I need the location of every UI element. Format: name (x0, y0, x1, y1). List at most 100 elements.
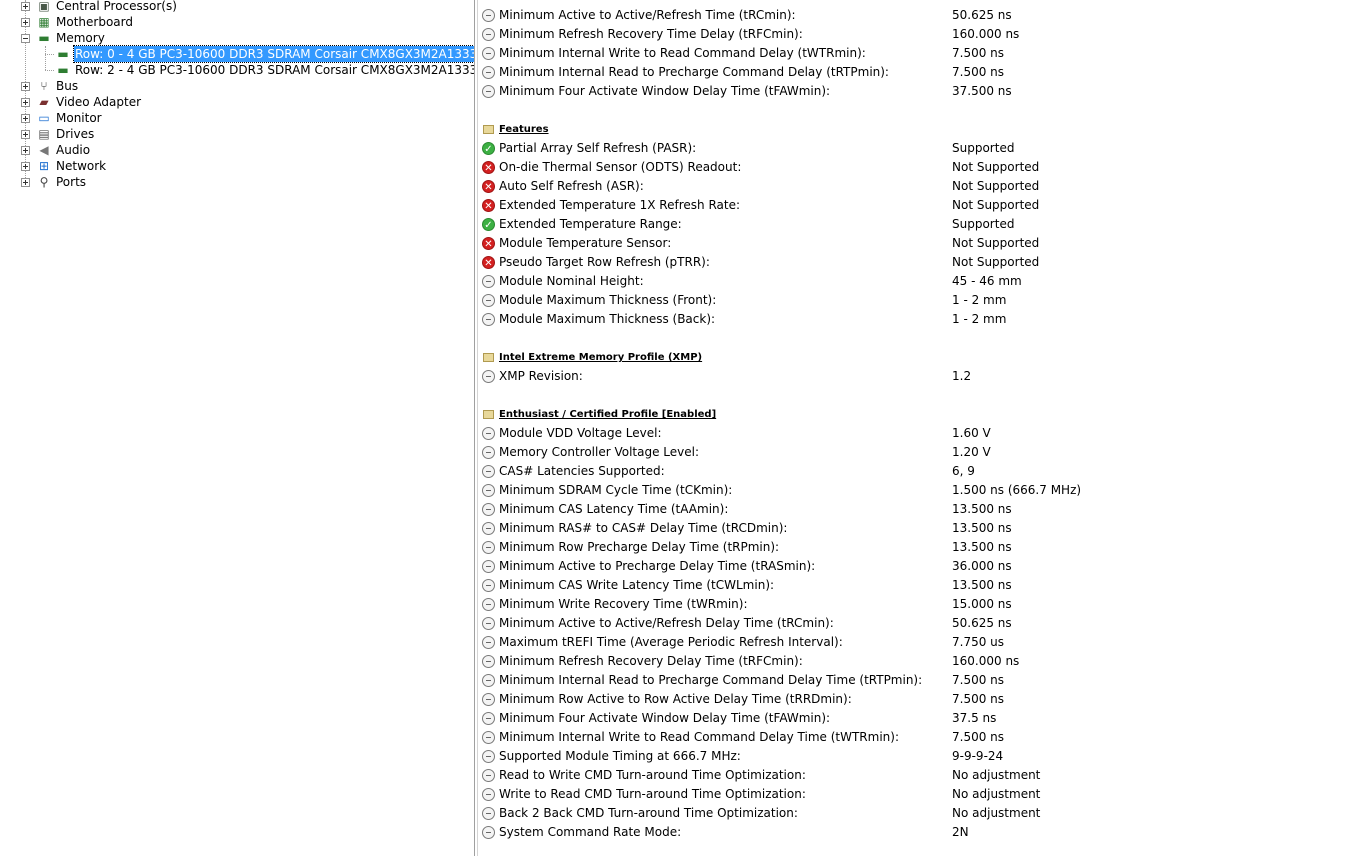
info-bullet-icon (482, 275, 495, 288)
section-icon (483, 353, 494, 362)
property-row[interactable]: Module Maximum Thickness (Front): 1 - 2 m… (478, 291, 1365, 310)
info-bullet-icon (482, 617, 495, 630)
property-value: 36.000 ns (952, 559, 1012, 573)
property-row[interactable]: Minimum Internal Read to Precharge Comma… (478, 671, 1365, 690)
property-name: XMP Revision: (499, 369, 583, 383)
tree-item-monitor[interactable]: ▭ Monitor (0, 110, 474, 126)
property-row[interactable]: System Command Rate Mode: 2N (478, 823, 1365, 842)
details-pane[interactable]: Minimum Active to Active/Refresh Time (t… (478, 0, 1365, 856)
tree-connector-line (45, 54, 54, 55)
property-row[interactable]: Minimum Four Activate Window Delay Time … (478, 709, 1365, 728)
device-tree-pane[interactable]: ▣ Central Processor(s) ▦ Motherboard ▬ Memory… (0, 0, 474, 856)
tree-item-bus[interactable]: ⑂ Bus (0, 78, 474, 94)
property-name: Minimum RAS# to CAS# Delay Time (tRCDmin… (499, 521, 788, 535)
section-title: Features (499, 124, 549, 135)
property-name: Module VDD Voltage Level: (499, 426, 662, 440)
tree-item-label: Audio (56, 143, 91, 157)
tree-item-label: Row: 0 - 4 GB PC3-10600 DDR3 SDRAM Corsa… (72, 45, 474, 63)
property-value: 45 - 46 mm (952, 274, 1022, 288)
property-name: CAS# Latencies Supported: (499, 464, 665, 478)
tree-item-label: Memory (56, 31, 105, 45)
property-name: Memory Controller Voltage Level: (499, 445, 700, 459)
property-row[interactable]: Minimum Internal Write to Read Command D… (478, 44, 1365, 63)
property-row[interactable]: Supported Module Timing at 666.7 MHz: 9-9… (478, 747, 1365, 766)
property-row[interactable]: Minimum Internal Write to Read Command D… (478, 728, 1365, 747)
expand-icon[interactable] (21, 162, 30, 171)
property-row[interactable]: Minimum Active to Active/Refresh Delay T… (478, 614, 1365, 633)
tree-item-central-processor-s[interactable]: ▣ Central Processor(s) (0, 0, 474, 14)
property-row[interactable]: ✕ Pseudo Target Row Refresh (pTRR): Not Su… (478, 253, 1365, 272)
property-value: 7.500 ns (952, 692, 1005, 706)
tree-item-memory[interactable]: ▬ Memory (0, 30, 474, 46)
property-row[interactable]: ✕ Auto Self Refresh (ASR): Not Supported (478, 177, 1365, 196)
property-row[interactable]: ✓ Partial Array Self Refresh (PASR): Suppo… (478, 139, 1365, 158)
tree-item-video-adapter[interactable]: ▰ Video Adapter (0, 94, 474, 110)
property-row[interactable]: Maximum tREFI Time (Average Periodic Ref… (478, 633, 1365, 652)
property-value: 1.2 (952, 369, 972, 383)
expand-icon[interactable] (21, 114, 30, 123)
tree-item-label: Central Processor(s) (56, 0, 177, 13)
property-name: Minimum Four Activate Window Delay Time … (499, 711, 831, 725)
collapse-icon[interactable] (21, 34, 30, 43)
property-row[interactable]: Minimum Refresh Recovery Time Delay (tRF… (478, 25, 1365, 44)
property-row[interactable]: Minimum Row Precharge Delay Time (tRPmin… (478, 538, 1365, 557)
property-row[interactable]: Minimum Write Recovery Time (tWRmin): 15.… (478, 595, 1365, 614)
property-row[interactable]: CAS# Latencies Supported: 6, 9 (478, 462, 1365, 481)
property-row[interactable]: Back 2 Back CMD Turn-around Time Optimiz… (478, 804, 1365, 823)
tree-item-label: Motherboard (56, 15, 133, 29)
property-row[interactable]: Minimum SDRAM Cycle Time (tCKmin): 1.500 … (478, 481, 1365, 500)
expand-icon[interactable] (21, 146, 30, 155)
property-row[interactable]: ✓ Extended Temperature Range: Supported (478, 215, 1365, 234)
expand-icon[interactable] (21, 130, 30, 139)
expand-icon[interactable] (21, 18, 30, 27)
property-value: 2N (952, 825, 969, 839)
property-row[interactable]: Minimum Internal Read to Precharge Comma… (478, 63, 1365, 82)
property-row[interactable]: Minimum Four Activate Window Delay Time … (478, 82, 1365, 101)
tree-item-audio[interactable]: ◀ Audio (0, 142, 474, 158)
property-value: 7.500 ns (952, 730, 1005, 744)
property-row[interactable]: Minimum RAS# to CAS# Delay Time (tRCDmin… (478, 519, 1365, 538)
property-value: 9-9-9-24 (952, 749, 1004, 763)
info-bullet-icon (482, 503, 495, 516)
tree-item-motherboard[interactable]: ▦ Motherboard (0, 14, 474, 30)
expand-icon[interactable] (21, 98, 30, 107)
property-row[interactable]: Write to Read CMD Turn-around Time Optim… (478, 785, 1365, 804)
expand-icon[interactable] (21, 82, 30, 91)
property-value: 1 - 2 mm (952, 312, 1007, 326)
property-value: No adjustment (952, 787, 1041, 801)
tree-item-drives[interactable]: ▤ Drives (0, 126, 474, 142)
error-icon: ✕ (482, 237, 495, 250)
error-icon: ✕ (482, 256, 495, 269)
tree-item-memory-row[interactable]: ▬ Row: 2 - 4 GB PC3-10600 DDR3 SDRAM Cors… (0, 62, 474, 78)
property-row[interactable]: Minimum Active to Active/Refresh Time (t… (478, 6, 1365, 25)
tree-item-memory-row[interactable]: ▬ Row: 0 - 4 GB PC3-10600 DDR3 SDRAM Cors… (0, 45, 474, 63)
property-row[interactable]: Minimum CAS Latency Time (tAAmin): 13.500… (478, 500, 1365, 519)
property-row[interactable]: Minimum CAS Write Latency Time (tCWLmin)… (478, 576, 1365, 595)
expand-icon[interactable] (21, 178, 30, 187)
property-name: Minimum Four Activate Window Delay Time … (499, 84, 831, 98)
tree-item-ports[interactable]: ⚲ Ports (0, 174, 474, 190)
property-row[interactable]: Memory Controller Voltage Level: 1.20 V (478, 443, 1365, 462)
property-row[interactable]: Minimum Refresh Recovery Delay Time (tRF… (478, 652, 1365, 671)
property-row[interactable]: Minimum Row Active to Row Active Delay T… (478, 690, 1365, 709)
property-name: System Command Rate Mode: (499, 825, 682, 839)
memory-module-icon: ▬ (57, 47, 69, 61)
property-row[interactable]: ✕ On-die Thermal Sensor (ODTS) Readout: No… (478, 158, 1365, 177)
section-header: Enthusiast / Certified Profile [Enabled] (478, 405, 1365, 424)
info-bullet-icon (482, 826, 495, 839)
property-row[interactable]: Module Maximum Thickness (Back): 1 - 2 mm (478, 310, 1365, 329)
property-row[interactable]: Minimum Active to Precharge Delay Time (… (478, 557, 1365, 576)
property-value: 1.500 ns (666.7 MHz) (952, 483, 1082, 497)
property-row[interactable]: ✕ Module Temperature Sensor: Not Supported (478, 234, 1365, 253)
info-bullet-icon (482, 750, 495, 763)
property-row[interactable]: XMP Revision: 1.2 (478, 367, 1365, 386)
property-name: Read to Write CMD Turn-around Time Optim… (499, 768, 806, 782)
tree-item-network[interactable]: ⊞ Network (0, 158, 474, 174)
property-name: Minimum CAS Write Latency Time (tCWLmin)… (499, 578, 775, 592)
property-row[interactable]: Module Nominal Height: 45 - 46 mm (478, 272, 1365, 291)
property-row[interactable]: Read to Write CMD Turn-around Time Optim… (478, 766, 1365, 785)
property-row[interactable]: ✕ Extended Temperature 1X Refresh Rate: No… (478, 196, 1365, 215)
tree-item-label: Ports (56, 175, 87, 189)
expand-icon[interactable] (21, 2, 30, 11)
property-row[interactable]: Module VDD Voltage Level: 1.60 V (478, 424, 1365, 443)
